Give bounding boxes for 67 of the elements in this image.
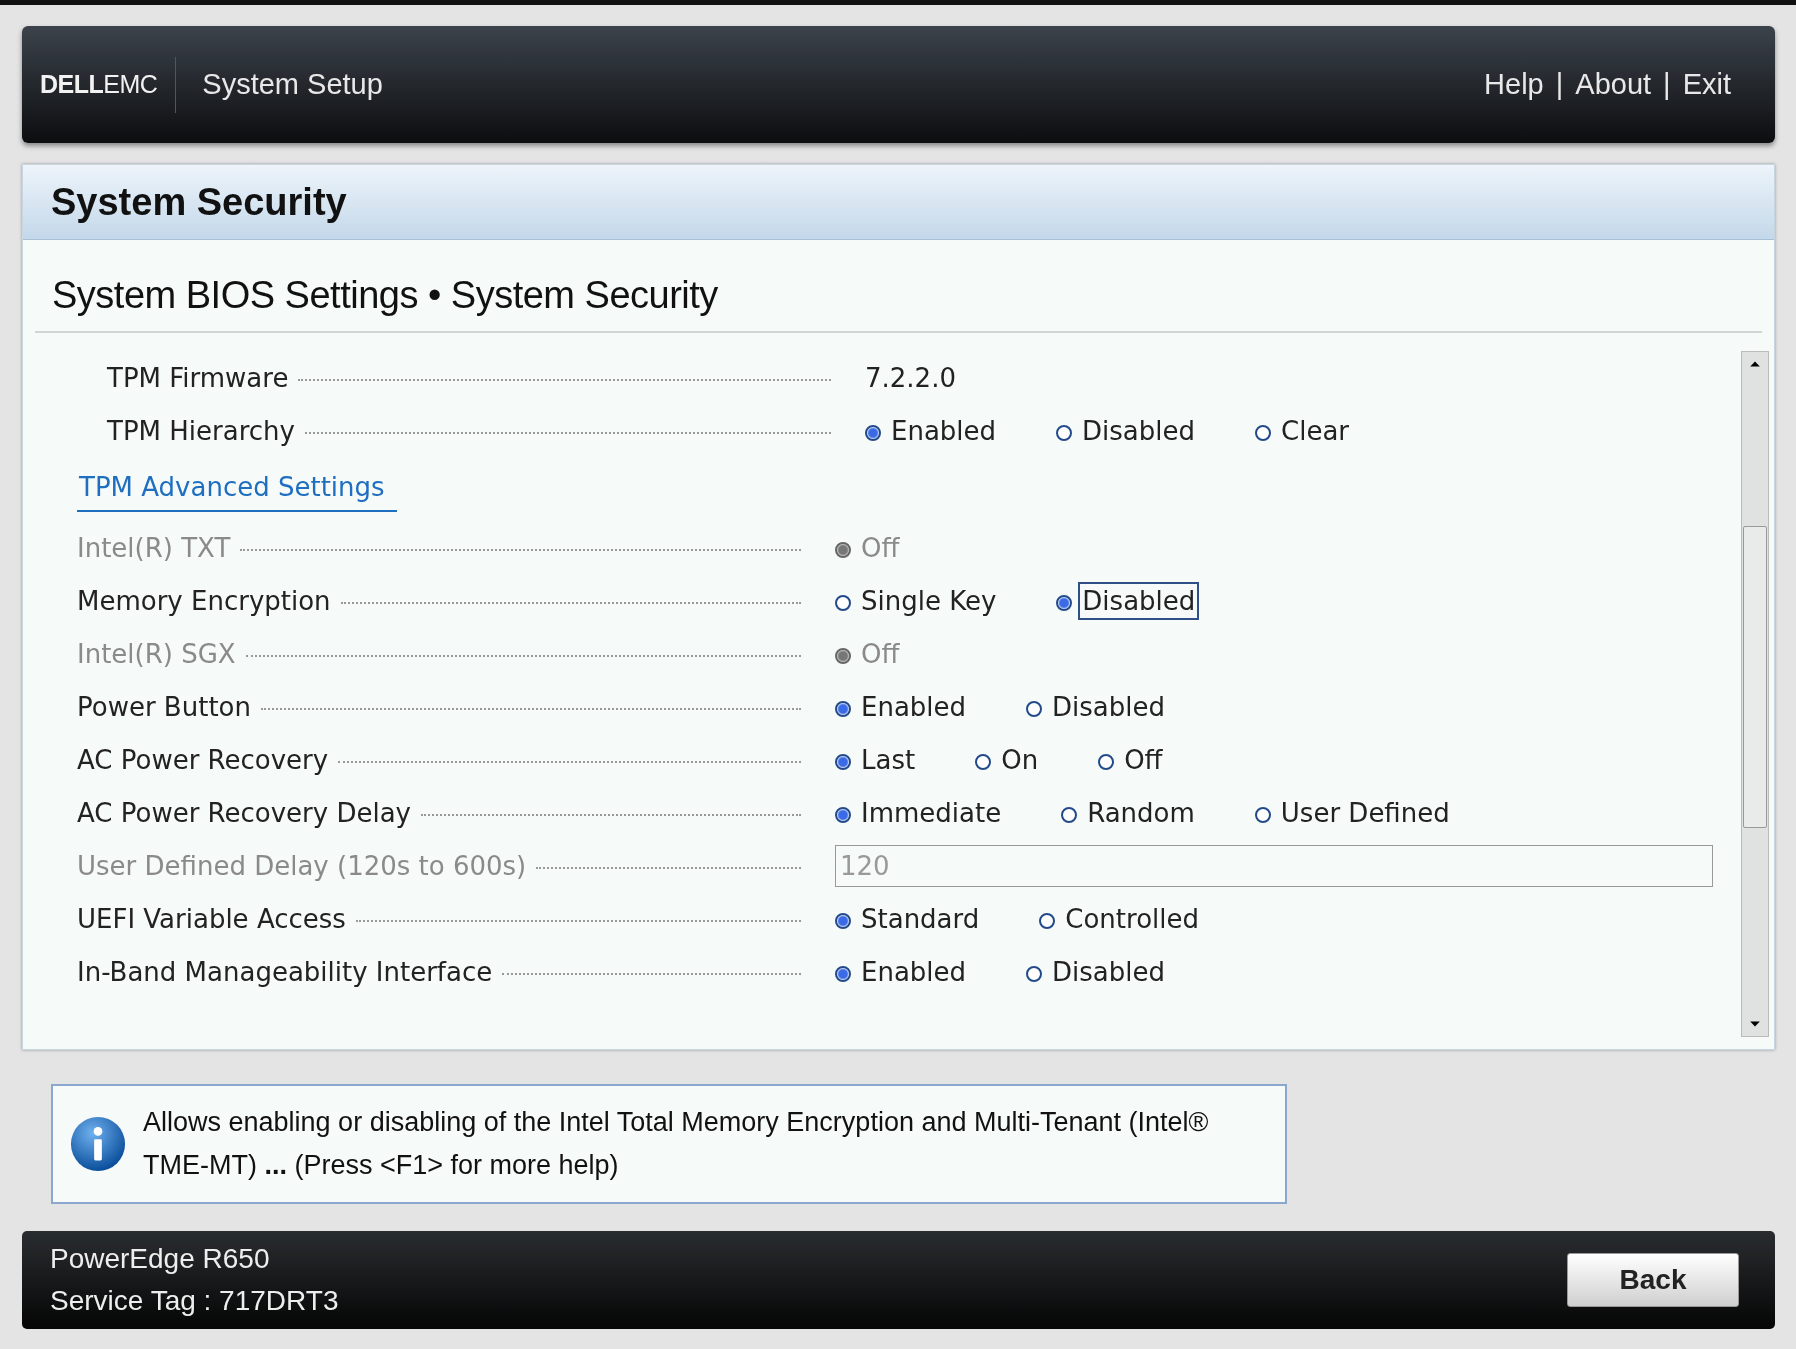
separator-text: | xyxy=(1555,68,1564,101)
help-text: Allows enabling or disabling of the Intel Total Memory Encryption and Multi-Tenant (Intel® TME-MT) ... (Press <F1> for more help) xyxy=(143,1106,1210,1182)
option-label[interactable]: Disabled xyxy=(1048,952,1170,991)
scrollbar[interactable] xyxy=(1741,351,1769,1037)
scroll-up-icon[interactable] xyxy=(1749,360,1761,368)
setting-label: Intel(R) TXT xyxy=(77,532,231,563)
radio-button[interactable] xyxy=(1026,700,1043,717)
radio-button[interactable] xyxy=(1098,753,1115,770)
option-label[interactable]: Single Key xyxy=(857,581,1001,620)
option-label[interactable]: Enabled xyxy=(887,411,1001,450)
option-label[interactable]: Enabled xyxy=(857,952,971,991)
header-link[interactable]: Help xyxy=(1484,68,1544,101)
radio-button[interactable] xyxy=(865,424,881,441)
option-label[interactable]: User Defined xyxy=(1276,793,1454,832)
option-label[interactable]: Off xyxy=(1120,740,1167,779)
logo: DELLEMC xyxy=(39,70,158,99)
radio-button[interactable] xyxy=(1254,806,1271,823)
radio-button[interactable] xyxy=(835,700,851,717)
service-tag: Service Tag : 717DRT3 xyxy=(50,1285,339,1317)
option-label[interactable]: Clear xyxy=(1277,411,1354,450)
separator-text: | xyxy=(1663,68,1671,101)
radio-button[interactable] xyxy=(1026,965,1043,982)
header-link[interactable]: About xyxy=(1575,68,1652,101)
option-label: Off xyxy=(860,531,901,565)
header-link[interactable]: Exit xyxy=(1682,68,1731,101)
option-label[interactable]: Disabled xyxy=(1078,411,1200,450)
back-button[interactable]: Back xyxy=(1567,1253,1739,1307)
setting-label: TPM Firmware xyxy=(107,362,289,393)
setting-label: Power Button xyxy=(77,691,251,722)
radio-button[interactable] xyxy=(835,594,851,611)
setting-label: User Defined Delay (120s to 600s) xyxy=(77,850,527,881)
setting-label: AC Power Recovery xyxy=(77,744,329,775)
setting-label: AC Power Recovery Delay xyxy=(77,797,411,828)
option-label[interactable]: Standard xyxy=(857,899,984,938)
radio-button[interactable] xyxy=(1056,424,1073,441)
option-label[interactable]: Disabled xyxy=(1078,581,1200,620)
option-label[interactable]: On xyxy=(997,740,1043,779)
setting-label: Memory Encryption xyxy=(77,585,331,616)
setting-label: UEFI Variable Access xyxy=(77,903,346,934)
scroll-down-icon[interactable] xyxy=(1749,1020,1761,1028)
radio-button[interactable] xyxy=(835,753,851,770)
option-label[interactable]: Enabled xyxy=(857,687,971,726)
option-label[interactable]: Immediate xyxy=(857,793,1006,832)
info-icon xyxy=(69,1115,127,1173)
app-title: System Setup xyxy=(202,68,383,101)
model-name: PowerEdge R650 xyxy=(50,1243,271,1275)
advanced-settings-link[interactable]: TPM Advanced Settings xyxy=(77,472,397,512)
radio-button[interactable] xyxy=(835,965,851,982)
scrollbar-thumb[interactable] xyxy=(1743,526,1767,828)
radio-button[interactable] xyxy=(1061,806,1078,823)
radio-button[interactable] xyxy=(1255,424,1272,441)
page-title: System Security xyxy=(51,180,347,224)
option-label[interactable]: Random xyxy=(1083,793,1199,832)
setting-value: 7.2.2.0 xyxy=(865,362,956,393)
option-label[interactable]: Last xyxy=(857,740,920,779)
setting-label: TPM Hierarchy xyxy=(107,415,295,446)
radio-button[interactable] xyxy=(835,912,851,929)
option-label[interactable]: Controlled xyxy=(1061,899,1203,938)
radio-button[interactable] xyxy=(835,806,851,823)
radio-button[interactable] xyxy=(1056,594,1073,611)
breadcrumb-title: System BIOS Settings • System Security xyxy=(52,274,718,316)
option-label: Off xyxy=(860,637,901,671)
setting-label: In-Band Manageability Interface xyxy=(77,956,493,987)
radio-button[interactable] xyxy=(1039,912,1056,929)
radio-button[interactable] xyxy=(975,753,992,770)
setting-label: Intel(R) SGX xyxy=(77,638,236,669)
option-label[interactable]: Disabled xyxy=(1048,687,1170,726)
